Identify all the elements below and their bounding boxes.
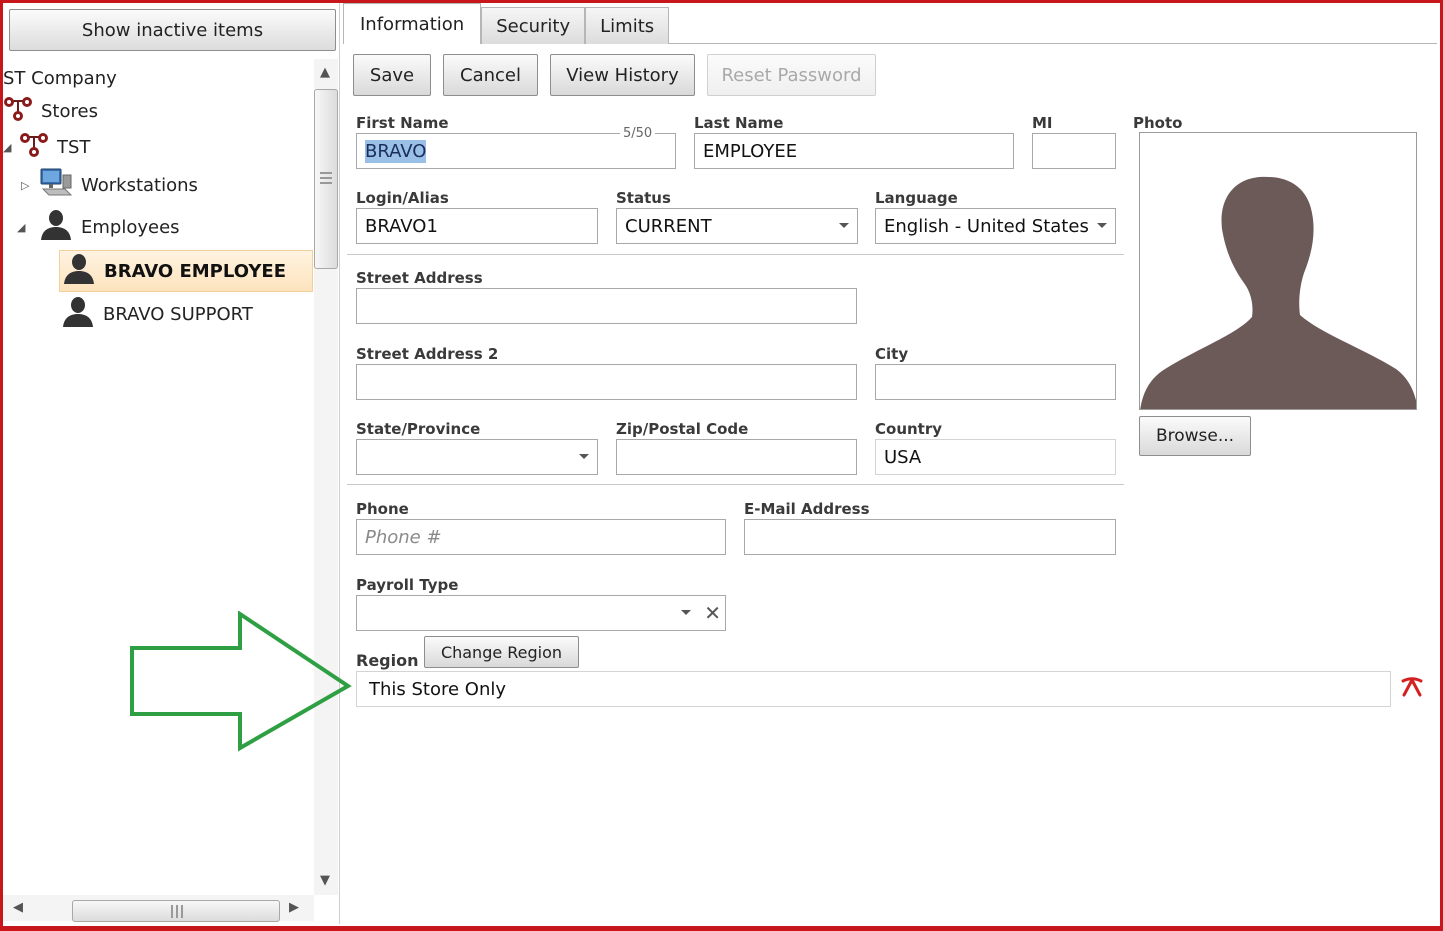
phone-placeholder: Phone # [365, 526, 442, 548]
cancel-button[interactable]: Cancel [443, 54, 538, 96]
tree-item-label: Stores [41, 100, 98, 122]
region-label: Region [356, 651, 419, 670]
state-label: State/Province [356, 420, 481, 438]
stores-icon [3, 95, 33, 128]
zip-label: Zip/Postal Code [616, 420, 749, 438]
login-value: BRAVO1 [365, 215, 438, 237]
last-name-value: EMPLOYEE [703, 140, 798, 162]
clear-region-icon[interactable] [1400, 675, 1424, 703]
chevron-down-icon[interactable] [579, 454, 589, 459]
tree-item-bravo-support[interactable]: BRAVO SUPPORT [61, 296, 253, 333]
tree-item-employees[interactable]: ◢ Employees [17, 209, 180, 246]
last-name-field[interactable]: EMPLOYEE [694, 133, 1014, 169]
tab-bar: Information Security Limits [343, 3, 670, 44]
employee-tree: ST Company Stores ◢ TST ▷ Workstations ◢… [3, 59, 313, 895]
state-select[interactable] [356, 439, 598, 475]
section-divider [347, 484, 1124, 485]
scroll-left-icon[interactable]: ◀ [13, 900, 23, 915]
tree-horizontal-scrollbar[interactable]: ◀ ▶ [3, 895, 314, 922]
scroll-right-icon[interactable]: ▶ [289, 900, 299, 915]
tree-item-tst[interactable]: ◢ TST [3, 130, 90, 164]
collapse-icon[interactable]: ◢ [17, 221, 39, 234]
chevron-down-icon[interactable] [681, 610, 691, 615]
person-icon [61, 296, 95, 333]
first-name-counter: 5/50 [620, 126, 656, 141]
country-value: USA [884, 446, 922, 468]
tree-item-label: Workstations [81, 174, 198, 196]
region-field[interactable]: This Store Only [356, 671, 1391, 707]
expand-icon[interactable]: ▷ [21, 179, 39, 192]
first-name-label: First Name [356, 114, 449, 132]
store-icon [19, 131, 49, 164]
tab-security[interactable]: Security [481, 7, 586, 44]
horizontal-scroll-thumb[interactable] [72, 900, 280, 922]
clear-icon[interactable]: ✕ [704, 601, 721, 625]
annotation-arrow-icon [130, 611, 352, 752]
payroll-type-label: Payroll Type [356, 576, 459, 594]
tree-panel: Show inactive items ST Company Stores ◢ … [3, 3, 340, 924]
photo-label: Photo [1133, 114, 1183, 132]
email-label: E-Mail Address [744, 500, 870, 518]
phone-field[interactable]: Phone # [356, 519, 726, 555]
status-select[interactable]: CURRENT [616, 208, 858, 244]
vertical-scroll-thumb[interactable] [314, 89, 338, 269]
street-address-field[interactable] [356, 288, 857, 324]
first-name-value: BRAVO [365, 139, 427, 163]
tree-vertical-scrollbar[interactable]: ▲ ▼ [314, 59, 338, 895]
browse-photo-button[interactable]: Browse... [1139, 416, 1251, 456]
street-address-label: Street Address [356, 269, 483, 287]
region-value: This Store Only [369, 678, 507, 700]
tree-item-company[interactable]: ST Company [3, 61, 117, 95]
scroll-down-icon[interactable]: ▼ [320, 873, 330, 888]
country-field[interactable]: USA [875, 439, 1116, 475]
tree-item-label: Employees [81, 216, 180, 238]
status-label: Status [616, 189, 671, 207]
scroll-up-icon[interactable]: ▲ [320, 65, 330, 80]
person-icon [62, 253, 96, 290]
mi-field[interactable] [1032, 133, 1116, 169]
phone-label: Phone [356, 500, 409, 518]
tree-item-workstations[interactable]: ▷ Workstations [21, 168, 198, 202]
view-history-button[interactable]: View History [550, 54, 695, 96]
chevron-down-icon[interactable] [839, 223, 849, 228]
tree-item-label: TST [57, 136, 91, 158]
city-label: City [875, 345, 909, 363]
tree-item-bravo-employee[interactable]: BRAVO EMPLOYEE [59, 250, 313, 292]
country-label: Country [875, 420, 943, 438]
person-silhouette-icon [1140, 176, 1416, 409]
street-address-2-field[interactable] [356, 364, 857, 400]
person-icon [39, 209, 73, 246]
tree-item-label: BRAVO EMPLOYEE [104, 260, 286, 282]
tree-item-label: ST Company [3, 67, 117, 89]
city-field[interactable] [875, 364, 1116, 400]
show-inactive-button[interactable]: Show inactive items [9, 9, 336, 51]
computer-icon [39, 167, 73, 204]
zip-field[interactable] [616, 439, 857, 475]
mi-label: MI [1032, 114, 1053, 132]
last-name-label: Last Name [694, 114, 784, 132]
photo-frame [1139, 132, 1417, 410]
login-field[interactable]: BRAVO1 [356, 208, 598, 244]
login-label: Login/Alias [356, 189, 449, 207]
status-value: CURRENT [625, 215, 712, 237]
tree-item-stores[interactable]: Stores [3, 94, 98, 128]
chevron-down-icon[interactable] [1097, 223, 1107, 228]
change-region-button[interactable]: Change Region [424, 636, 579, 668]
street-address-2-label: Street Address 2 [356, 345, 499, 363]
language-select[interactable]: English - United States [875, 208, 1116, 244]
email-field[interactable] [744, 519, 1116, 555]
reset-password-button[interactable]: Reset Password [707, 54, 876, 96]
language-value: English - United States [884, 215, 1089, 237]
payroll-type-select[interactable]: ✕ [356, 595, 726, 631]
tab-limits[interactable]: Limits [585, 7, 670, 44]
tree-item-label: BRAVO SUPPORT [103, 303, 253, 325]
language-label: Language [875, 189, 958, 207]
save-button[interactable]: Save [353, 54, 431, 96]
section-divider [347, 254, 1124, 255]
tab-information[interactable]: Information [343, 3, 482, 44]
detail-panel: Information Security Limits Save Cancel … [343, 3, 1437, 924]
collapse-icon[interactable]: ◢ [3, 141, 19, 154]
